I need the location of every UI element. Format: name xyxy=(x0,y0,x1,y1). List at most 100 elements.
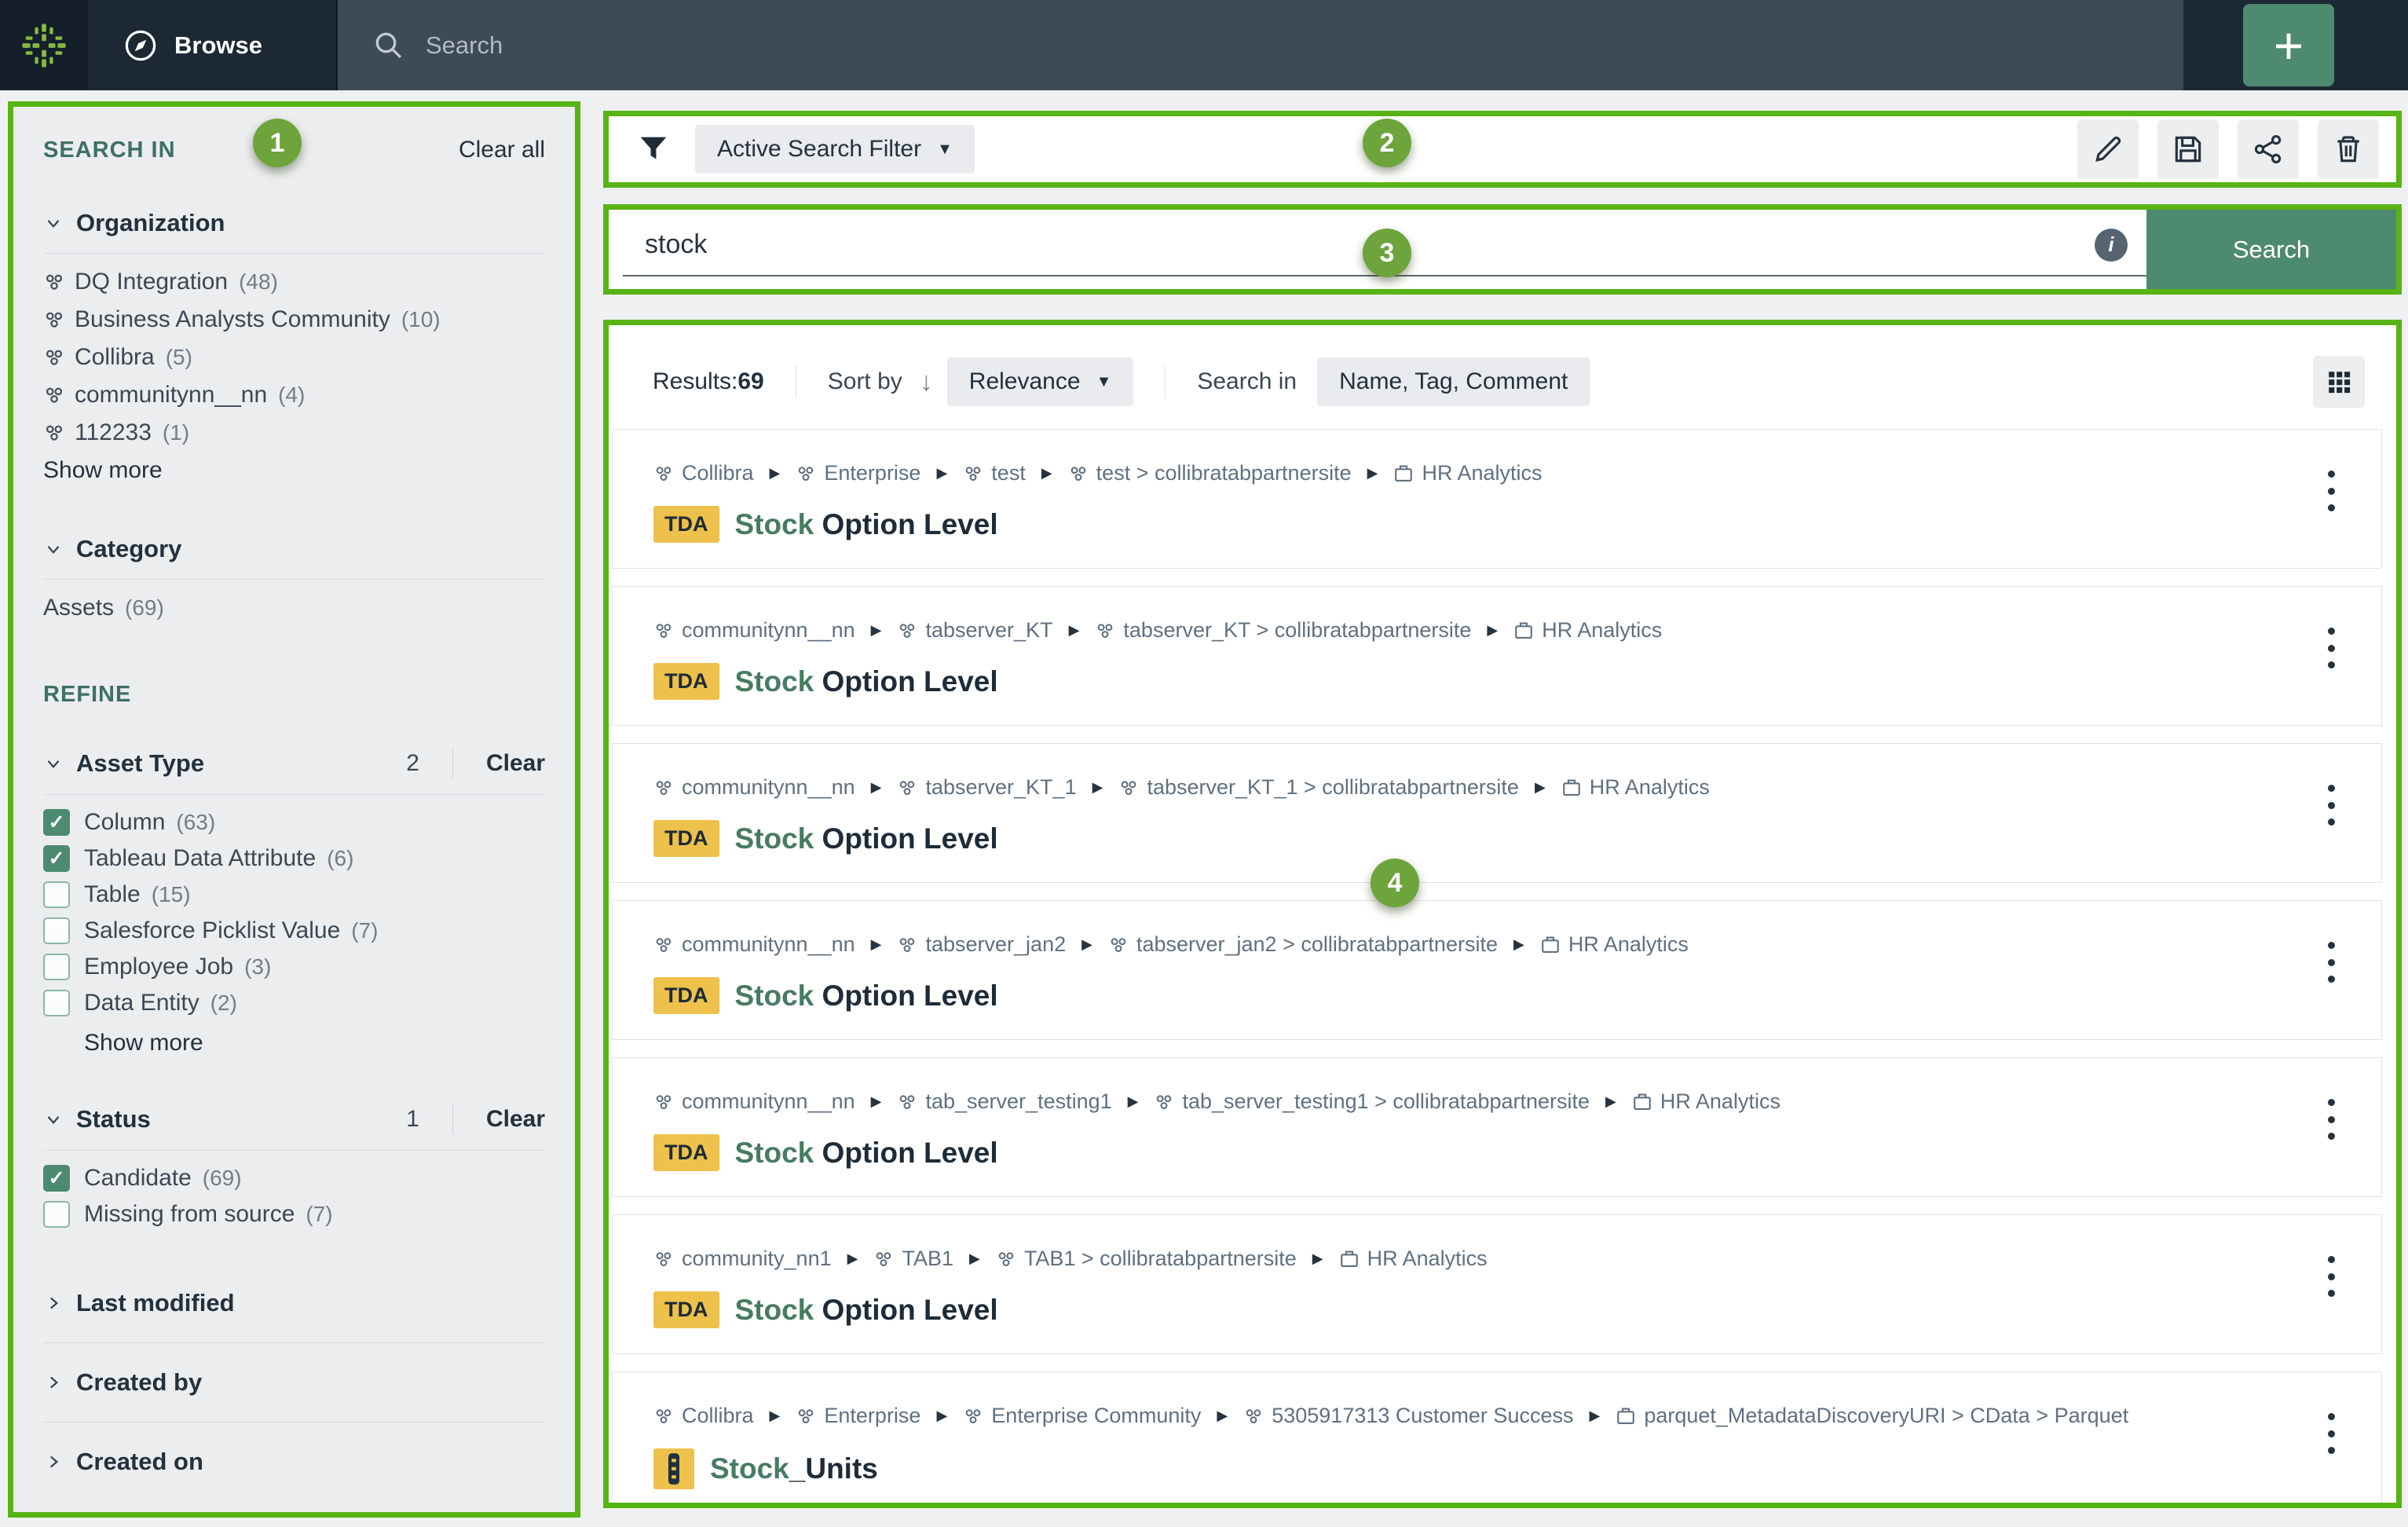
breadcrumb-item[interactable]: TAB1 > collibratabpartnersite xyxy=(996,1247,1297,1271)
asset-type-option-label[interactable]: Data Entity xyxy=(84,990,199,1016)
breadcrumb-item[interactable]: test xyxy=(963,461,1026,485)
save-filter-button[interactable] xyxy=(2157,119,2219,179)
asset-type-badge-tda[interactable]: TDA xyxy=(653,506,719,543)
breadcrumb-item[interactable]: communitynn__nn xyxy=(653,775,855,800)
breadcrumb-item[interactable]: communitynn__nn xyxy=(653,1089,855,1114)
asset-type-badge-tda[interactable]: TDA xyxy=(653,977,719,1014)
breadcrumb-item[interactable]: tab_server_testing1 > collibratabpartner… xyxy=(1154,1089,1590,1114)
status-clear-button[interactable]: Clear xyxy=(486,1106,545,1133)
breadcrumb-item[interactable]: test > collibratabpartnersite xyxy=(1068,461,1352,485)
row-actions-kebab[interactable] xyxy=(2315,780,2347,830)
delete-filter-button[interactable] xyxy=(2318,119,2379,179)
facet-status-header[interactable]: Status 1 Clear xyxy=(43,1104,545,1134)
asset-type-checkbox[interactable] xyxy=(43,845,70,872)
facet-section-created-by[interactable]: Created by xyxy=(43,1368,545,1397)
breadcrumb-item[interactable]: Collibra xyxy=(653,461,754,485)
asset-type-badge-tda[interactable]: TDA xyxy=(653,820,719,857)
status-checkbox[interactable] xyxy=(43,1201,70,1228)
active-search-filter-dropdown[interactable]: Active Search Filter ▼ xyxy=(695,125,975,174)
asset-type-option-label[interactable]: Table xyxy=(84,881,141,908)
breadcrumb-item[interactable]: Enterprise xyxy=(796,1404,920,1428)
asset-type-badge-tda[interactable]: TDA xyxy=(653,1291,719,1328)
asset-type-option-label[interactable]: Employee Job xyxy=(84,954,233,980)
breadcrumb-item[interactable]: TAB1 xyxy=(873,1247,953,1271)
breadcrumb-item[interactable]: HR Analytics xyxy=(1632,1089,1780,1114)
breadcrumb-item[interactable]: tabserver_KT > collibratabpartnersite xyxy=(1095,618,1471,643)
organization-item[interactable]: Business Analysts Community (10) xyxy=(43,301,545,339)
category-item[interactable]: Assets (69) xyxy=(43,589,545,627)
breadcrumb-item[interactable]: tabserver_KT_1 xyxy=(897,775,1077,800)
breadcrumb-item[interactable]: 5305917313 Customer Success xyxy=(1243,1404,1573,1428)
result-title-link[interactable]: Stock Option Level xyxy=(735,1137,998,1170)
add-button[interactable]: + xyxy=(2243,4,2334,86)
search-submit-button[interactable]: Search xyxy=(2146,210,2396,289)
status-option-label[interactable]: Missing from source xyxy=(84,1201,295,1228)
asset-type-option-label[interactable]: Column xyxy=(84,809,165,836)
result-title-link[interactable]: Stock Option Level xyxy=(735,980,998,1013)
share-filter-button[interactable] xyxy=(2238,119,2299,179)
breadcrumb-item[interactable]: HR Analytics xyxy=(1540,932,1689,957)
asset-type-badge-tda[interactable]: TDA xyxy=(653,663,719,700)
grid-view-button[interactable] xyxy=(2313,356,2365,408)
asset-type-option-label[interactable]: Salesforce Picklist Value xyxy=(84,917,340,944)
row-actions-kebab[interactable] xyxy=(2315,1094,2347,1144)
row-actions-kebab[interactable] xyxy=(2315,1251,2347,1302)
result-title-link[interactable]: Stock Option Level xyxy=(735,822,998,855)
breadcrumb-item[interactable]: parquet_MetadataDiscoveryURI > CData > P… xyxy=(1616,1404,2128,1428)
asset-type-badge-tda[interactable]: TDA xyxy=(653,1134,719,1171)
asset-type-checkbox[interactable] xyxy=(43,990,70,1016)
facet-section-created-on[interactable]: Created on xyxy=(43,1448,545,1476)
nav-browse[interactable]: Browse xyxy=(88,0,338,90)
organization-item[interactable]: 112233 (1) xyxy=(43,414,545,452)
edit-filter-button[interactable] xyxy=(2077,119,2139,179)
breadcrumb-item[interactable]: Enterprise xyxy=(796,461,920,485)
breadcrumb-item[interactable]: HR Analytics xyxy=(1393,461,1543,485)
asset-type-badge-column[interactable] xyxy=(653,1448,694,1489)
organization-item[interactable]: communitynn__nn (4) xyxy=(43,376,545,414)
result-title-link[interactable]: Stock Option Level xyxy=(735,665,998,698)
breadcrumb-item[interactable]: Collibra xyxy=(653,1404,754,1428)
breadcrumb-item[interactable]: HR Analytics xyxy=(1561,775,1710,800)
breadcrumb-item[interactable]: tabserver_jan2 > collibratabpartnersite xyxy=(1108,932,1498,957)
breadcrumb-item[interactable]: Enterprise Community xyxy=(963,1404,1201,1428)
asset-type-show-more[interactable]: Show more xyxy=(84,1024,545,1062)
sort-direction-icon[interactable]: ↓ xyxy=(920,367,933,397)
global-search-field[interactable]: Search xyxy=(338,0,2183,90)
breadcrumb-item[interactable]: communitynn__nn xyxy=(653,618,855,643)
row-actions-kebab[interactable] xyxy=(2315,937,2347,987)
facet-section-last-modified[interactable]: Last modified xyxy=(43,1289,545,1317)
row-actions-kebab[interactable] xyxy=(2315,623,2347,673)
asset-type-checkbox[interactable] xyxy=(43,881,70,908)
organization-item[interactable]: DQ Integration (48) xyxy=(43,263,545,301)
search-fields-chip[interactable]: Name, Tag, Comment xyxy=(1317,357,1590,406)
result-title-link[interactable]: Stock_Units xyxy=(710,1452,878,1485)
result-title-link[interactable]: Stock Option Level xyxy=(735,508,998,541)
breadcrumb-item[interactable]: tab_server_testing1 xyxy=(897,1089,1112,1114)
organization-show-more[interactable]: Show more xyxy=(43,452,545,489)
breadcrumb-item[interactable]: tabserver_jan2 xyxy=(897,932,1066,957)
breadcrumb-item[interactable]: communitynn__nn xyxy=(653,932,855,957)
organization-item[interactable]: Collibra (5) xyxy=(43,339,545,376)
facet-category-header[interactable]: Category xyxy=(43,535,545,563)
asset-type-checkbox[interactable] xyxy=(43,917,70,944)
breadcrumb-item[interactable]: HR Analytics xyxy=(1513,618,1662,643)
asset-type-checkbox[interactable] xyxy=(43,954,70,980)
breadcrumb-item[interactable]: HR Analytics xyxy=(1339,1247,1488,1271)
collibra-logo[interactable] xyxy=(0,0,88,90)
facet-asset-type-header[interactable]: Asset Type 2 Clear xyxy=(43,749,545,778)
status-option-label[interactable]: Candidate xyxy=(84,1165,192,1192)
sort-value-dropdown[interactable]: Relevance ▼ xyxy=(946,357,1134,406)
status-checkbox[interactable] xyxy=(43,1165,70,1192)
clear-all-button[interactable]: Clear all xyxy=(459,137,545,163)
asset-type-clear-button[interactable]: Clear xyxy=(486,750,545,777)
breadcrumb-item[interactable]: community_nn1 xyxy=(653,1247,832,1271)
asset-type-checkbox[interactable] xyxy=(43,809,70,836)
breadcrumb-item[interactable]: tabserver_KT_1 > collibratabpartnersite xyxy=(1118,775,1519,800)
search-query-input[interactable] xyxy=(645,229,2095,260)
info-icon[interactable]: i xyxy=(2095,228,2128,262)
result-title-link[interactable]: Stock Option Level xyxy=(735,1294,998,1327)
row-actions-kebab[interactable] xyxy=(2315,466,2347,516)
row-actions-kebab[interactable] xyxy=(2315,1408,2347,1459)
breadcrumb-item[interactable]: tabserver_KT xyxy=(897,618,1053,643)
facet-organization-header[interactable]: Organization xyxy=(43,209,545,237)
